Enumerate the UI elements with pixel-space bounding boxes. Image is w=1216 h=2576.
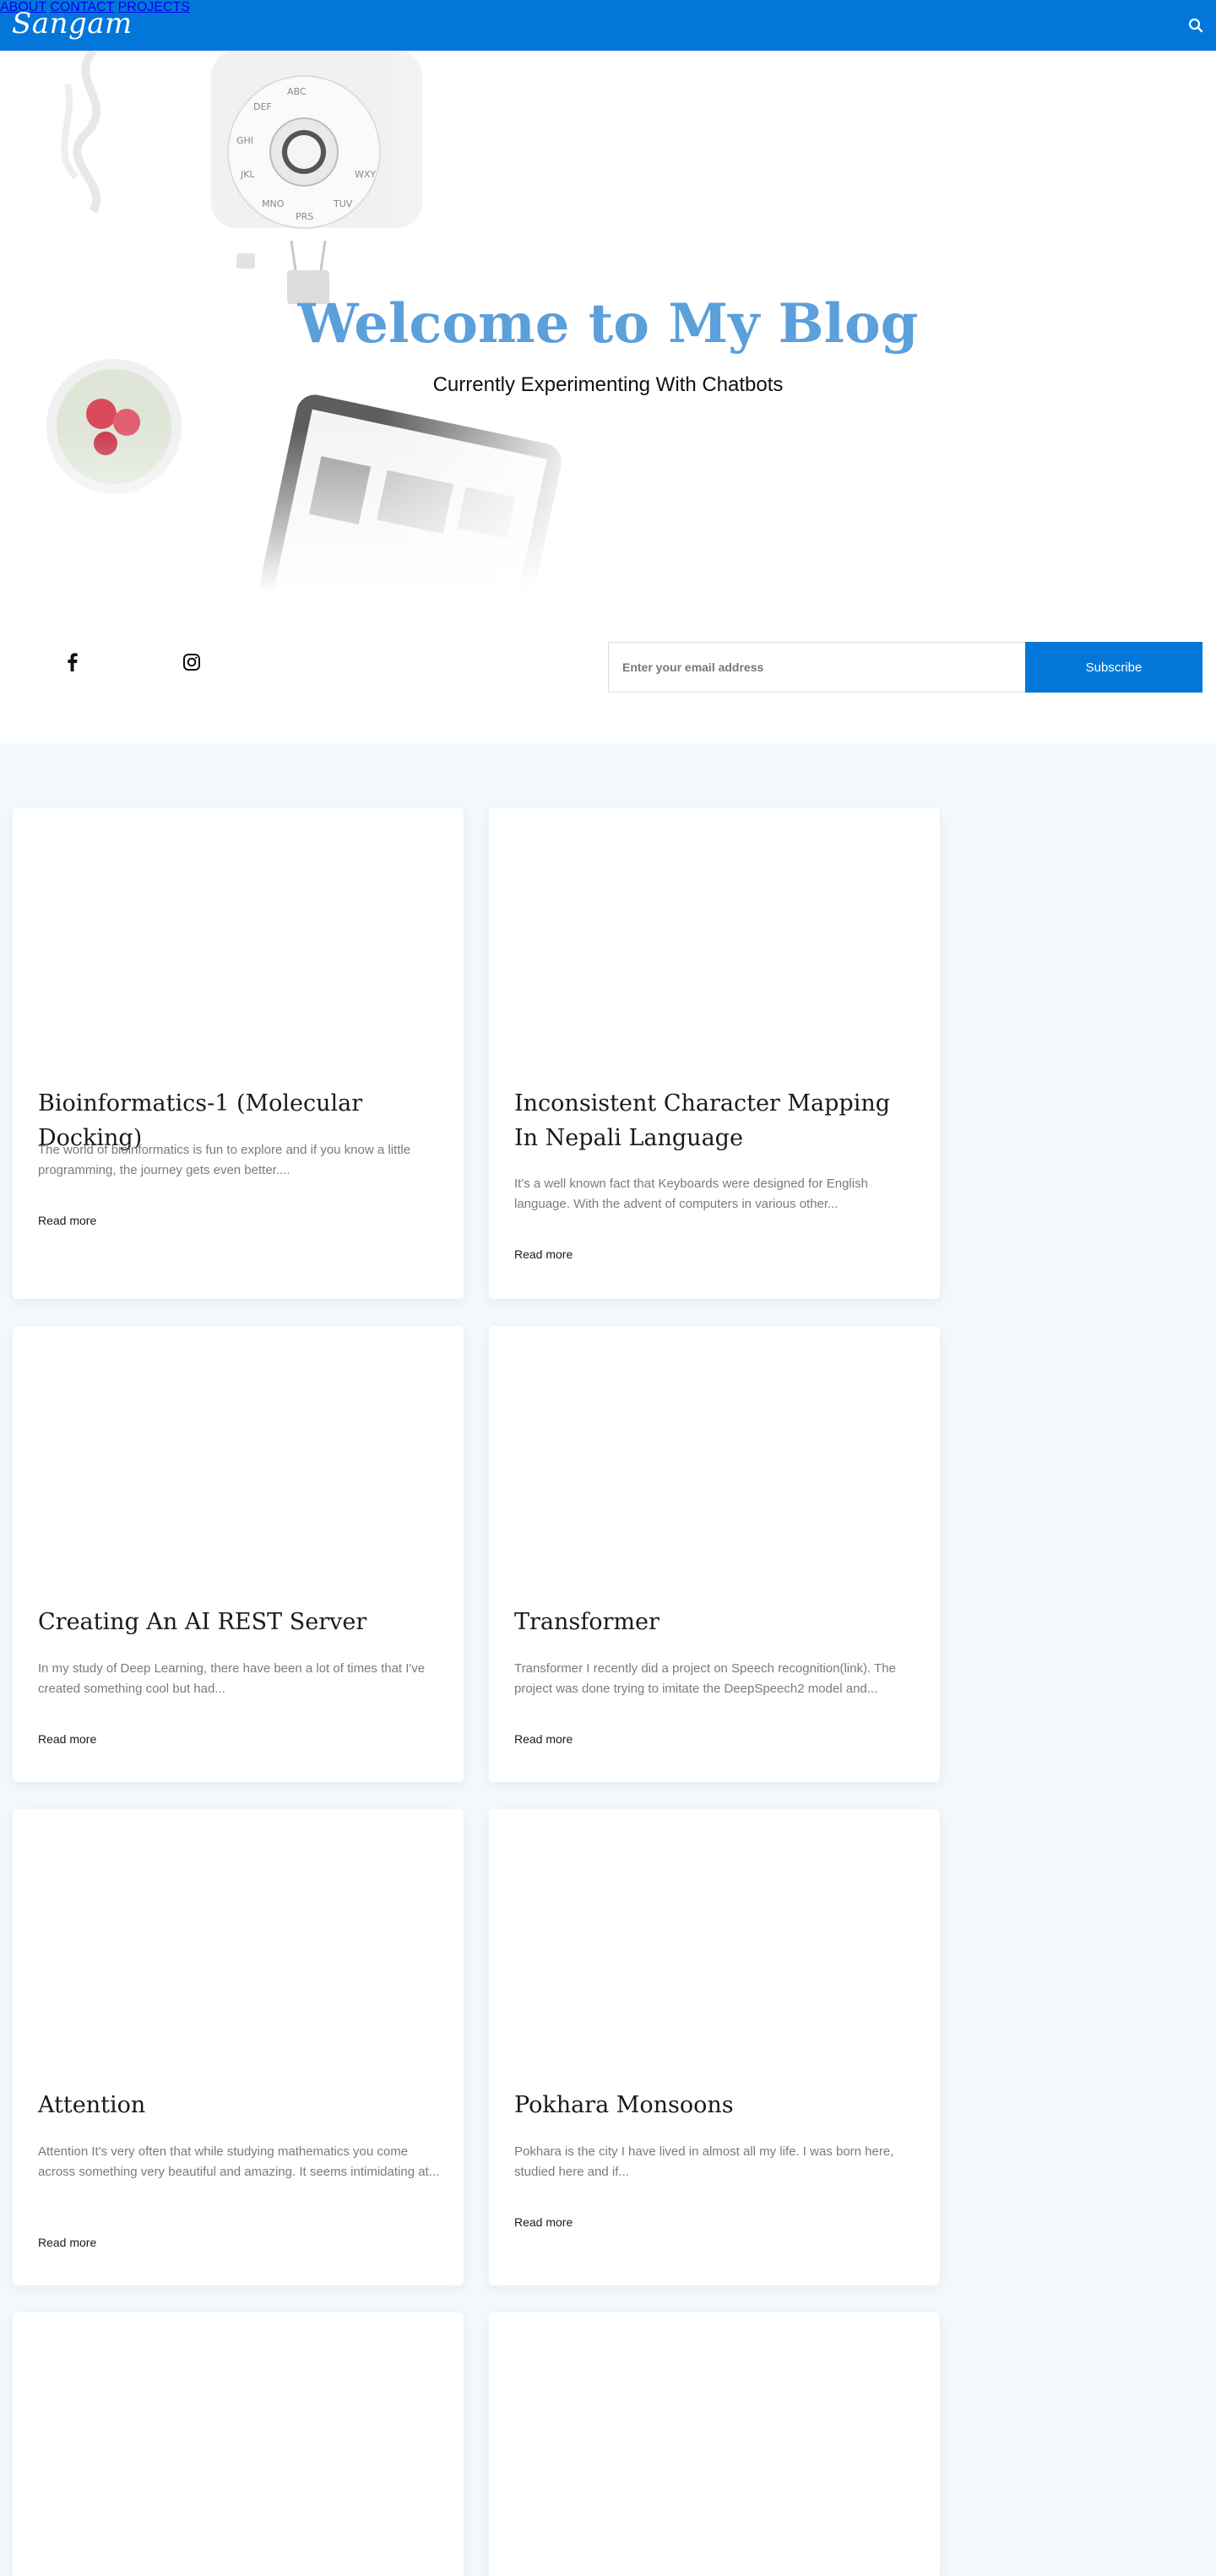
post-card[interactable] xyxy=(489,2312,940,2576)
read-more-link[interactable]: Read more xyxy=(38,1732,96,1746)
post-thumbnail[interactable] xyxy=(489,807,940,1061)
post-thumbnail[interactable] xyxy=(489,1326,940,1579)
site-logo[interactable]: Sangam xyxy=(12,7,133,41)
read-more-link[interactable]: Read more xyxy=(514,1247,573,1261)
facebook-icon[interactable] xyxy=(61,650,84,674)
post-excerpt: Pokhara is the city I have lived in almo… xyxy=(514,2144,894,2179)
post-excerpt: It's a well known fact that Keyboards we… xyxy=(514,1177,868,1211)
subscribe-button[interactable]: Subscribe xyxy=(1025,642,1202,693)
post-excerpt: In my study of Deep Learning, there have… xyxy=(38,1661,426,1696)
hero-subtitle: Currently Experimenting With Chatbots xyxy=(432,373,784,396)
post-excerpt: The world of bioinformatics is fun to ex… xyxy=(38,1143,411,1177)
post-title[interactable]: Creating An AI REST Server xyxy=(38,1605,443,1639)
post-thumbnail[interactable] xyxy=(489,2312,940,2566)
top-navbar: Sangam ABOUT CONTACT PROJECTS xyxy=(0,0,1216,51)
read-more-link[interactable]: Read more xyxy=(38,2236,96,2249)
email-input[interactable] xyxy=(608,642,1026,693)
instagram-icon[interactable] xyxy=(180,650,204,674)
post-card[interactable] xyxy=(13,2312,464,2576)
read-more-link[interactable]: Read more xyxy=(514,2215,573,2229)
post-excerpt: Transformer I recently did a project on … xyxy=(514,1661,896,1696)
hero-banner: ABC DEF GHI JKL MNO PRS TUV WXY Welcom xyxy=(0,51,1216,591)
post-card[interactable]: Inconsistent Character Mapping In Nepali… xyxy=(489,807,940,1299)
post-title[interactable]: Inconsistent Character Mapping In Nepali… xyxy=(514,1086,920,1155)
post-title[interactable]: Attention xyxy=(38,2088,443,2122)
post-excerpt: Attention It's very often that while stu… xyxy=(38,2144,440,2179)
post-thumbnail[interactable] xyxy=(13,1326,464,1579)
post-card[interactable]: Attention Attention It's very often that… xyxy=(13,1809,464,2285)
search-icon[interactable] xyxy=(1187,17,1204,34)
read-more-link[interactable]: Read more xyxy=(514,1732,573,1746)
post-thumbnail[interactable] xyxy=(13,1809,464,2062)
post-thumbnail[interactable] xyxy=(489,1809,940,2062)
post-title[interactable]: Pokhara Monsoons xyxy=(514,2088,920,2122)
post-title[interactable]: Transformer xyxy=(514,1605,920,1639)
post-card[interactable]: Bioinformatics-1 (Molecular Docking) The… xyxy=(13,807,464,1299)
post-card[interactable]: Creating An AI REST Server In my study o… xyxy=(13,1326,464,1782)
hero-title: Welcome to My Blog xyxy=(297,292,919,356)
read-more-link[interactable]: Read more xyxy=(38,1214,96,1227)
post-card[interactable]: Pokhara Monsoons Pokhara is the city I h… xyxy=(489,1809,940,2285)
post-card[interactable]: Transformer Transformer I recently did a… xyxy=(489,1326,940,1782)
post-thumbnail[interactable] xyxy=(13,2312,464,2566)
post-thumbnail[interactable] xyxy=(13,807,464,1061)
